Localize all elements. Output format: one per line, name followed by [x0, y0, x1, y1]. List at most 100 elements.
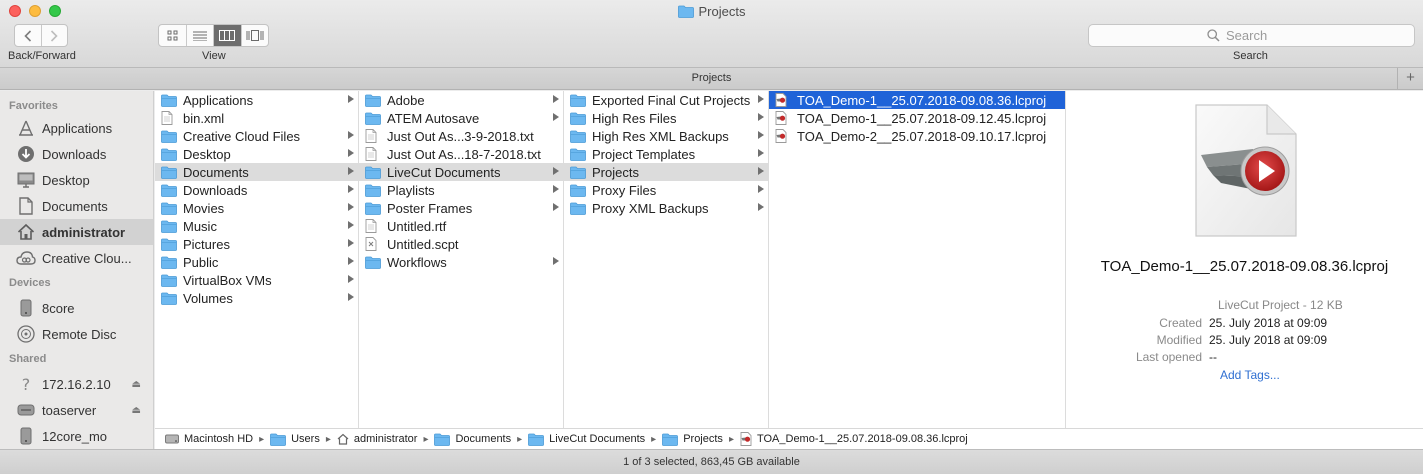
sidebar-item-toaserver[interactable]: toaserver ⏏	[0, 397, 153, 423]
sidebar-item-12core-mo[interactable]: 12core_mo	[0, 423, 153, 449]
disclosure-arrow-icon	[348, 221, 354, 229]
chevron-right-icon	[51, 29, 58, 42]
row-label: High Res Files	[592, 110, 677, 126]
row-label: Proxy Files	[592, 182, 657, 198]
add-tags-link[interactable]: Add Tags...	[1220, 368, 1280, 382]
folder-icon	[161, 183, 177, 197]
path-separator-icon: ▸	[325, 433, 331, 445]
lcproj-file-icon	[775, 129, 791, 143]
back-button[interactable]	[15, 25, 41, 46]
folder-row-downloads[interactable]: Downloads	[155, 181, 358, 199]
folder-row-pictures[interactable]: Pictures	[155, 235, 358, 253]
folder-row-project-templates[interactable]: Project Templates	[564, 145, 768, 163]
folder-icon	[570, 165, 586, 179]
folder-row-proxy-files[interactable]: Proxy Files	[564, 181, 768, 199]
disclosure-arrow-icon	[348, 293, 354, 301]
folder-row-virtualbox-vms[interactable]: VirtualBox VMs	[155, 271, 358, 289]
window-title-text: Projects	[698, 4, 746, 19]
path-item-projects[interactable]: Projects	[662, 433, 723, 446]
folder-row-playlists[interactable]: Playlists	[359, 181, 563, 199]
column-view-button[interactable]	[213, 25, 241, 46]
script-file-icon	[365, 237, 381, 251]
home-icon	[16, 222, 36, 242]
disclosure-arrow-icon	[348, 167, 354, 175]
path-item-users[interactable]: Users	[270, 433, 320, 446]
sidebar-item-label: Applications	[42, 120, 113, 136]
path-item-documents[interactable]: Documents	[434, 433, 511, 446]
disclosure-arrow-icon	[553, 95, 559, 103]
lcproj-file-icon	[740, 432, 752, 446]
file-row-bin-xml[interactable]: bin.xml	[155, 109, 358, 127]
path-item-livecut-documents[interactable]: LiveCut Documents	[528, 433, 645, 446]
folder-row-high-res-xml-backups[interactable]: High Res XML Backups	[564, 127, 768, 145]
folder-row-proxy-xml-backups[interactable]: Proxy XML Backups	[564, 199, 768, 217]
document-icon	[365, 147, 381, 161]
folder-row-creative-cloud-files[interactable]: Creative Cloud Files	[155, 127, 358, 145]
folder-row-high-res-files[interactable]: High Res Files	[564, 109, 768, 127]
folder-row-livecut-documents[interactable]: LiveCut Documents	[359, 163, 563, 181]
sidebar-item-applications[interactable]: Applications	[0, 115, 153, 141]
sidebar-item-downloads[interactable]: Downloads	[0, 141, 153, 167]
folder-row-exported-final-cut-projects[interactable]: Exported Final Cut Projects	[564, 91, 768, 109]
folder-icon	[161, 273, 177, 287]
folder-row-desktop[interactable]: Desktop	[155, 145, 358, 163]
eject-icon[interactable]: ⏏	[132, 379, 141, 390]
sidebar-item-8core[interactable]: 8core	[0, 295, 153, 321]
path-item-macintosh-hd[interactable]: Macintosh HD	[165, 433, 253, 445]
lcproj-document-icon	[1193, 103, 1299, 239]
disclosure-arrow-icon	[758, 167, 764, 175]
sidebar-item-documents[interactable]: Documents	[0, 193, 153, 219]
path-separator-icon: ▸	[728, 433, 734, 445]
sidebar-item-creative-cloud[interactable]: Creative Clou...	[0, 245, 153, 271]
path-item-administrator[interactable]: administrator	[337, 433, 417, 445]
search-input[interactable]	[1226, 28, 1296, 43]
file-row-untitled-scpt[interactable]: Untitled.scpt	[359, 235, 563, 253]
disclosure-arrow-icon	[348, 257, 354, 265]
row-label: Creative Cloud Files	[183, 128, 301, 144]
tab-projects[interactable]: Projects	[692, 72, 732, 84]
disclosure-arrow-icon	[553, 113, 559, 121]
sidebar-item-label: 12core_mo	[42, 428, 108, 444]
sidebar-item-desktop[interactable]: Desktop	[0, 167, 153, 193]
list-view-button[interactable]	[185, 25, 214, 46]
folder-row-documents[interactable]: Documents	[155, 163, 358, 181]
plus-icon: +	[1406, 69, 1415, 86]
folder-row-workflows[interactable]: Workflows	[359, 253, 563, 271]
folder-row-volumes[interactable]: Volumes	[155, 289, 358, 307]
sidebar-item-administrator[interactable]: administrator	[0, 219, 153, 245]
folder-row-poster-frames[interactable]: Poster Frames	[359, 199, 563, 217]
sidebar-item-172-16-2-10[interactable]: ? 172.16.2.10 ⏏	[0, 371, 153, 397]
status-text: 1 of 3 selected, 863,45 GB available	[623, 456, 800, 468]
file-row-toa-demo-2-25-07-2018-09-10-17-lcproj[interactable]: TOA_Demo-2__25.07.2018-09.10.17.lcproj	[769, 127, 1065, 145]
file-row-toa-demo-1-25-07-2018-09-12-45-lcproj[interactable]: TOA_Demo-1__25.07.2018-09.12.45.lcproj	[769, 109, 1065, 127]
new-tab-button[interactable]: +	[1397, 68, 1423, 89]
folder-icon	[161, 93, 177, 107]
file-row-untitled-rtf[interactable]: Untitled.rtf	[359, 217, 563, 235]
folder-row-adobe[interactable]: Adobe	[359, 91, 563, 109]
file-row-just-out-as-18-7-2018-txt[interactable]: Just Out As...18-7-2018.txt	[359, 145, 563, 163]
folder-icon	[270, 433, 287, 446]
sidebar-item-remote-disc[interactable]: Remote Disc	[0, 321, 153, 347]
column-livecut-documents: Exported Final Cut Projects High Res File…	[564, 91, 769, 428]
folder-row-projects[interactable]: Projects	[564, 163, 768, 181]
folder-row-atem-autosave[interactable]: ATEM Autosave	[359, 109, 563, 127]
search-field[interactable]	[1088, 24, 1415, 47]
row-label: Pictures	[183, 236, 230, 252]
row-label: Playlists	[387, 182, 435, 198]
row-label: Just Out As...18-7-2018.txt	[387, 146, 541, 162]
forward-button[interactable]	[40, 25, 68, 46]
path-item-toa-demo-1-25-07-2018-09-08-36-lcproj[interactable]: TOA_Demo-1__25.07.2018-09.08.36.lcproj	[740, 432, 968, 446]
folder-row-music[interactable]: Music	[155, 217, 358, 235]
file-row-just-out-as-3-9-2018-txt[interactable]: Just Out As...3-9-2018.txt	[359, 127, 563, 145]
folder-icon	[365, 111, 381, 125]
cover-flow-button[interactable]	[240, 25, 269, 46]
eject-icon[interactable]: ⏏	[132, 405, 141, 416]
folder-row-public[interactable]: Public	[155, 253, 358, 271]
folder-row-movies[interactable]: Movies	[155, 199, 358, 217]
folder-row-applications[interactable]: Applications	[155, 91, 358, 109]
icon-view-button[interactable]	[159, 25, 186, 46]
sidebar-item-label: Creative Clou...	[42, 250, 132, 266]
file-row-toa-demo-1-25-07-2018-09-08-36-lcproj[interactable]: TOA_Demo-1__25.07.2018-09.08.36.lcproj	[769, 91, 1065, 109]
row-label: Poster Frames	[387, 200, 473, 216]
row-label: Exported Final Cut Projects	[592, 92, 751, 108]
